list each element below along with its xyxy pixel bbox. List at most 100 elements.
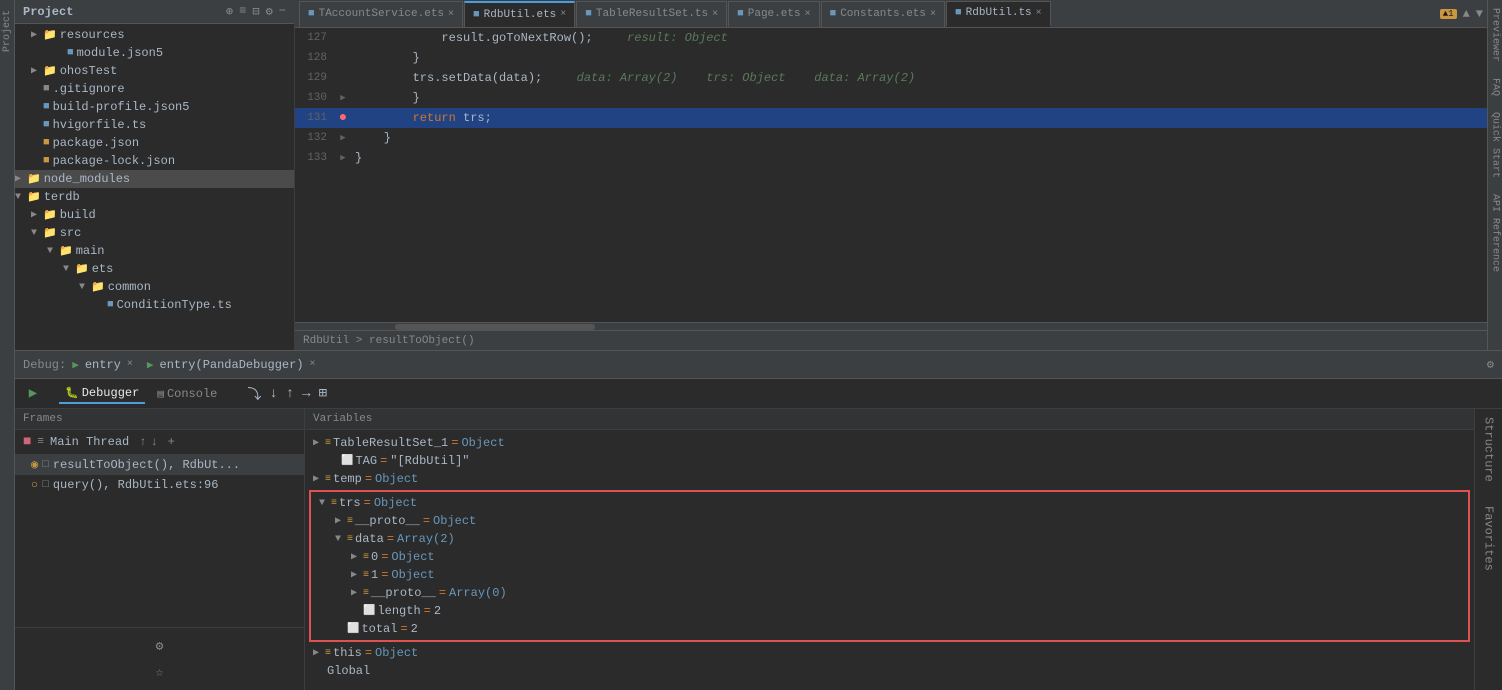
debug-entry2-icon: ▶	[147, 358, 154, 372]
tree-item-src[interactable]: ▼ 📁 src	[15, 224, 294, 242]
tree-arrow-resources: ▶	[31, 29, 43, 41]
debug-entry2-close[interactable]: ×	[310, 359, 316, 370]
tree-arrow-terdb: ▼	[15, 192, 27, 203]
var-eq-proto2: =	[439, 586, 446, 600]
breakpoint-icon-131[interactable]: ●	[339, 110, 347, 126]
project-settings-icon[interactable]: ⚙	[266, 4, 273, 19]
frames-panel-header: Frames	[15, 409, 304, 430]
api-reference-btn[interactable]: API Reference	[1488, 186, 1502, 280]
tree-item-package-json[interactable]: ■ package.json	[15, 134, 294, 152]
favorites-icon[interactable]: Favorites	[1482, 506, 1496, 571]
var-item-global[interactable]: Global	[305, 662, 1474, 680]
var-eq-data-arr: =	[387, 532, 394, 546]
var-item-trs[interactable]: ▼ ≡ trs = Object	[311, 494, 1468, 512]
tree-item-resources[interactable]: ▶ 📁 resources	[15, 26, 294, 44]
var-arrow-data1: ▶	[351, 569, 363, 581]
tab-close-rdbutil-ets[interactable]: ×	[560, 9, 566, 20]
var-icon-total: ⬜	[347, 623, 359, 635]
tree-item-gitignore[interactable]: ■ .gitignore	[15, 80, 294, 98]
tab-rdbutil-ts[interactable]: ■ RdbUtil.ts ×	[946, 1, 1051, 27]
var-item-data-arr[interactable]: ▼ ≡ data = Array(2)	[311, 530, 1468, 548]
var-eq-proto1: =	[423, 514, 430, 528]
tab-close-rdbutil-ts[interactable]: ×	[1036, 8, 1042, 19]
var-item-data1[interactable]: ▶ ≡ 1 = Object	[311, 566, 1468, 584]
var-eq-tableresultset: =	[451, 436, 458, 450]
tab-close-taccountservice[interactable]: ×	[448, 9, 454, 20]
tab-rdbutil-ets[interactable]: ■ RdbUtil.ets ×	[464, 1, 575, 27]
file-icon-hvigorfile: ■	[43, 119, 50, 131]
debug-entry2[interactable]: entry(PandaDebugger)	[160, 358, 304, 372]
quick-start-btn[interactable]: Quick Start	[1488, 104, 1502, 186]
structure-icon[interactable]: Structure	[1482, 417, 1496, 482]
tree-item-node-modules[interactable]: ▶ 📁 node_modules	[15, 170, 294, 188]
var-icon-trs: ≡	[331, 498, 337, 509]
file-icon-package-lock: ■	[43, 155, 50, 167]
project-list-icon[interactable]: ≡	[239, 4, 246, 19]
debugger-tab[interactable]: 🐛 Debugger	[59, 384, 145, 404]
var-arrow-this: ▶	[313, 647, 325, 659]
left-sidebar: Project	[0, 0, 15, 690]
debug-entry1-close[interactable]: ×	[127, 359, 133, 370]
var-item-total[interactable]: ⬜ total = 2	[311, 620, 1468, 638]
console-tab-icon: ▤	[157, 387, 164, 401]
console-tab[interactable]: ▤ Console	[151, 385, 223, 403]
frame-item-2[interactable]: ○ □ query(), RdbUtil.ets:96	[15, 475, 304, 495]
var-item-length[interactable]: ⬜ length = 2	[311, 602, 1468, 620]
editor-chevron-up[interactable]: ▲	[1463, 7, 1470, 21]
sidebar-extra-icon1[interactable]: ⚙	[150, 636, 170, 656]
tree-item-terdb[interactable]: ▼ 📁 terdb	[15, 188, 294, 206]
tab-label-page-ets: Page.ets	[748, 8, 801, 20]
var-name-temp: temp	[333, 472, 362, 486]
editor-content[interactable]: 127 result.goToNextRow(); result: Object…	[295, 28, 1487, 322]
tab-close-constants[interactable]: ×	[930, 9, 936, 20]
tab-tableresultset[interactable]: ■ TableResultSet.ts ×	[576, 1, 727, 27]
tree-item-build-profile[interactable]: ■ build-profile.json5	[15, 98, 294, 116]
var-item-temp[interactable]: ▶ ≡ temp = Object	[305, 470, 1474, 488]
previewer-btn[interactable]: Previewer	[1488, 0, 1502, 70]
debug-settings-icon[interactable]: ⚙	[1487, 357, 1494, 372]
editor-scrollbar-h[interactable]	[295, 322, 1487, 330]
frame-item-1[interactable]: ◉ □ resultToObject(), RdbUt...	[15, 454, 304, 475]
stop-icon[interactable]: ■	[23, 434, 31, 450]
project-globe-icon[interactable]: ⊕	[226, 4, 233, 19]
add-frame-icon[interactable]: +	[168, 435, 175, 449]
var-item-this[interactable]: ▶ ≡ this = Object	[305, 644, 1474, 662]
tab-constants[interactable]: ■ Constants.ets ×	[821, 1, 945, 27]
tree-item-ohostest[interactable]: ▶ 📁 ohosTest	[15, 62, 294, 80]
var-type-data-arr: Array(2)	[397, 532, 455, 546]
project-close-icon[interactable]: −	[279, 4, 286, 19]
frame-up-icon[interactable]: ↑	[139, 435, 146, 449]
evaluate-icon[interactable]: ⊞	[319, 385, 327, 402]
var-item-tableresultset[interactable]: ▶ ≡ TableResultSet_1 = Object	[305, 434, 1474, 452]
step-into-icon[interactable]: ↓	[269, 386, 277, 402]
tree-item-main[interactable]: ▼ 📁 main	[15, 242, 294, 260]
run-to-cursor-icon[interactable]: →	[302, 386, 310, 402]
tree-item-package-lock[interactable]: ■ package-lock.json	[15, 152, 294, 170]
var-item-proto1[interactable]: ▶ ≡ __proto__ = Object	[311, 512, 1468, 530]
faq-btn[interactable]: FAQ	[1488, 70, 1502, 104]
step-out-icon[interactable]: ↑	[286, 386, 294, 402]
tree-item-build[interactable]: ▶ 📁 build	[15, 206, 294, 224]
tab-page-ets[interactable]: ■ Page.ets ×	[728, 1, 819, 27]
frame-down-icon[interactable]: ↓	[150, 435, 157, 449]
var-name-proto1: __proto__	[355, 514, 420, 528]
var-item-proto2[interactable]: ▶ ≡ __proto__ = Array(0)	[311, 584, 1468, 602]
editor-chevron-down[interactable]: ▼	[1476, 7, 1483, 21]
tree-item-common[interactable]: ▼ 📁 common	[15, 278, 294, 296]
var-item-data0[interactable]: ▶ ≡ 0 = Object	[311, 548, 1468, 566]
tab-close-page-ets[interactable]: ×	[805, 9, 811, 20]
sidebar-extra-icon2[interactable]: ☆	[150, 662, 170, 682]
tree-item-conditiontype[interactable]: ■ ConditionType.ts	[15, 296, 294, 314]
frame1-circle-icon: ◉	[31, 457, 38, 472]
debug-play-btn[interactable]: ▶	[23, 384, 43, 404]
project-collapse-icon[interactable]: ⊟	[252, 4, 259, 19]
tree-item-hvigorfile[interactable]: ■ hvigorfile.ts	[15, 116, 294, 134]
tree-item-ets[interactable]: ▼ 📁 ets	[15, 260, 294, 278]
debug-entry1[interactable]: entry	[85, 358, 121, 372]
var-item-tag[interactable]: ⬜ TAG = "[RdbUtil]"	[305, 452, 1474, 470]
tab-taccountservice[interactable]: ■ TAccountService.ets ×	[299, 1, 463, 27]
var-eq-temp: =	[365, 472, 372, 486]
tree-item-module-json5[interactable]: ■ module.json5	[15, 44, 294, 62]
tab-close-tableresultset[interactable]: ×	[712, 9, 718, 20]
step-over-icon[interactable]: ⤵	[247, 384, 261, 404]
